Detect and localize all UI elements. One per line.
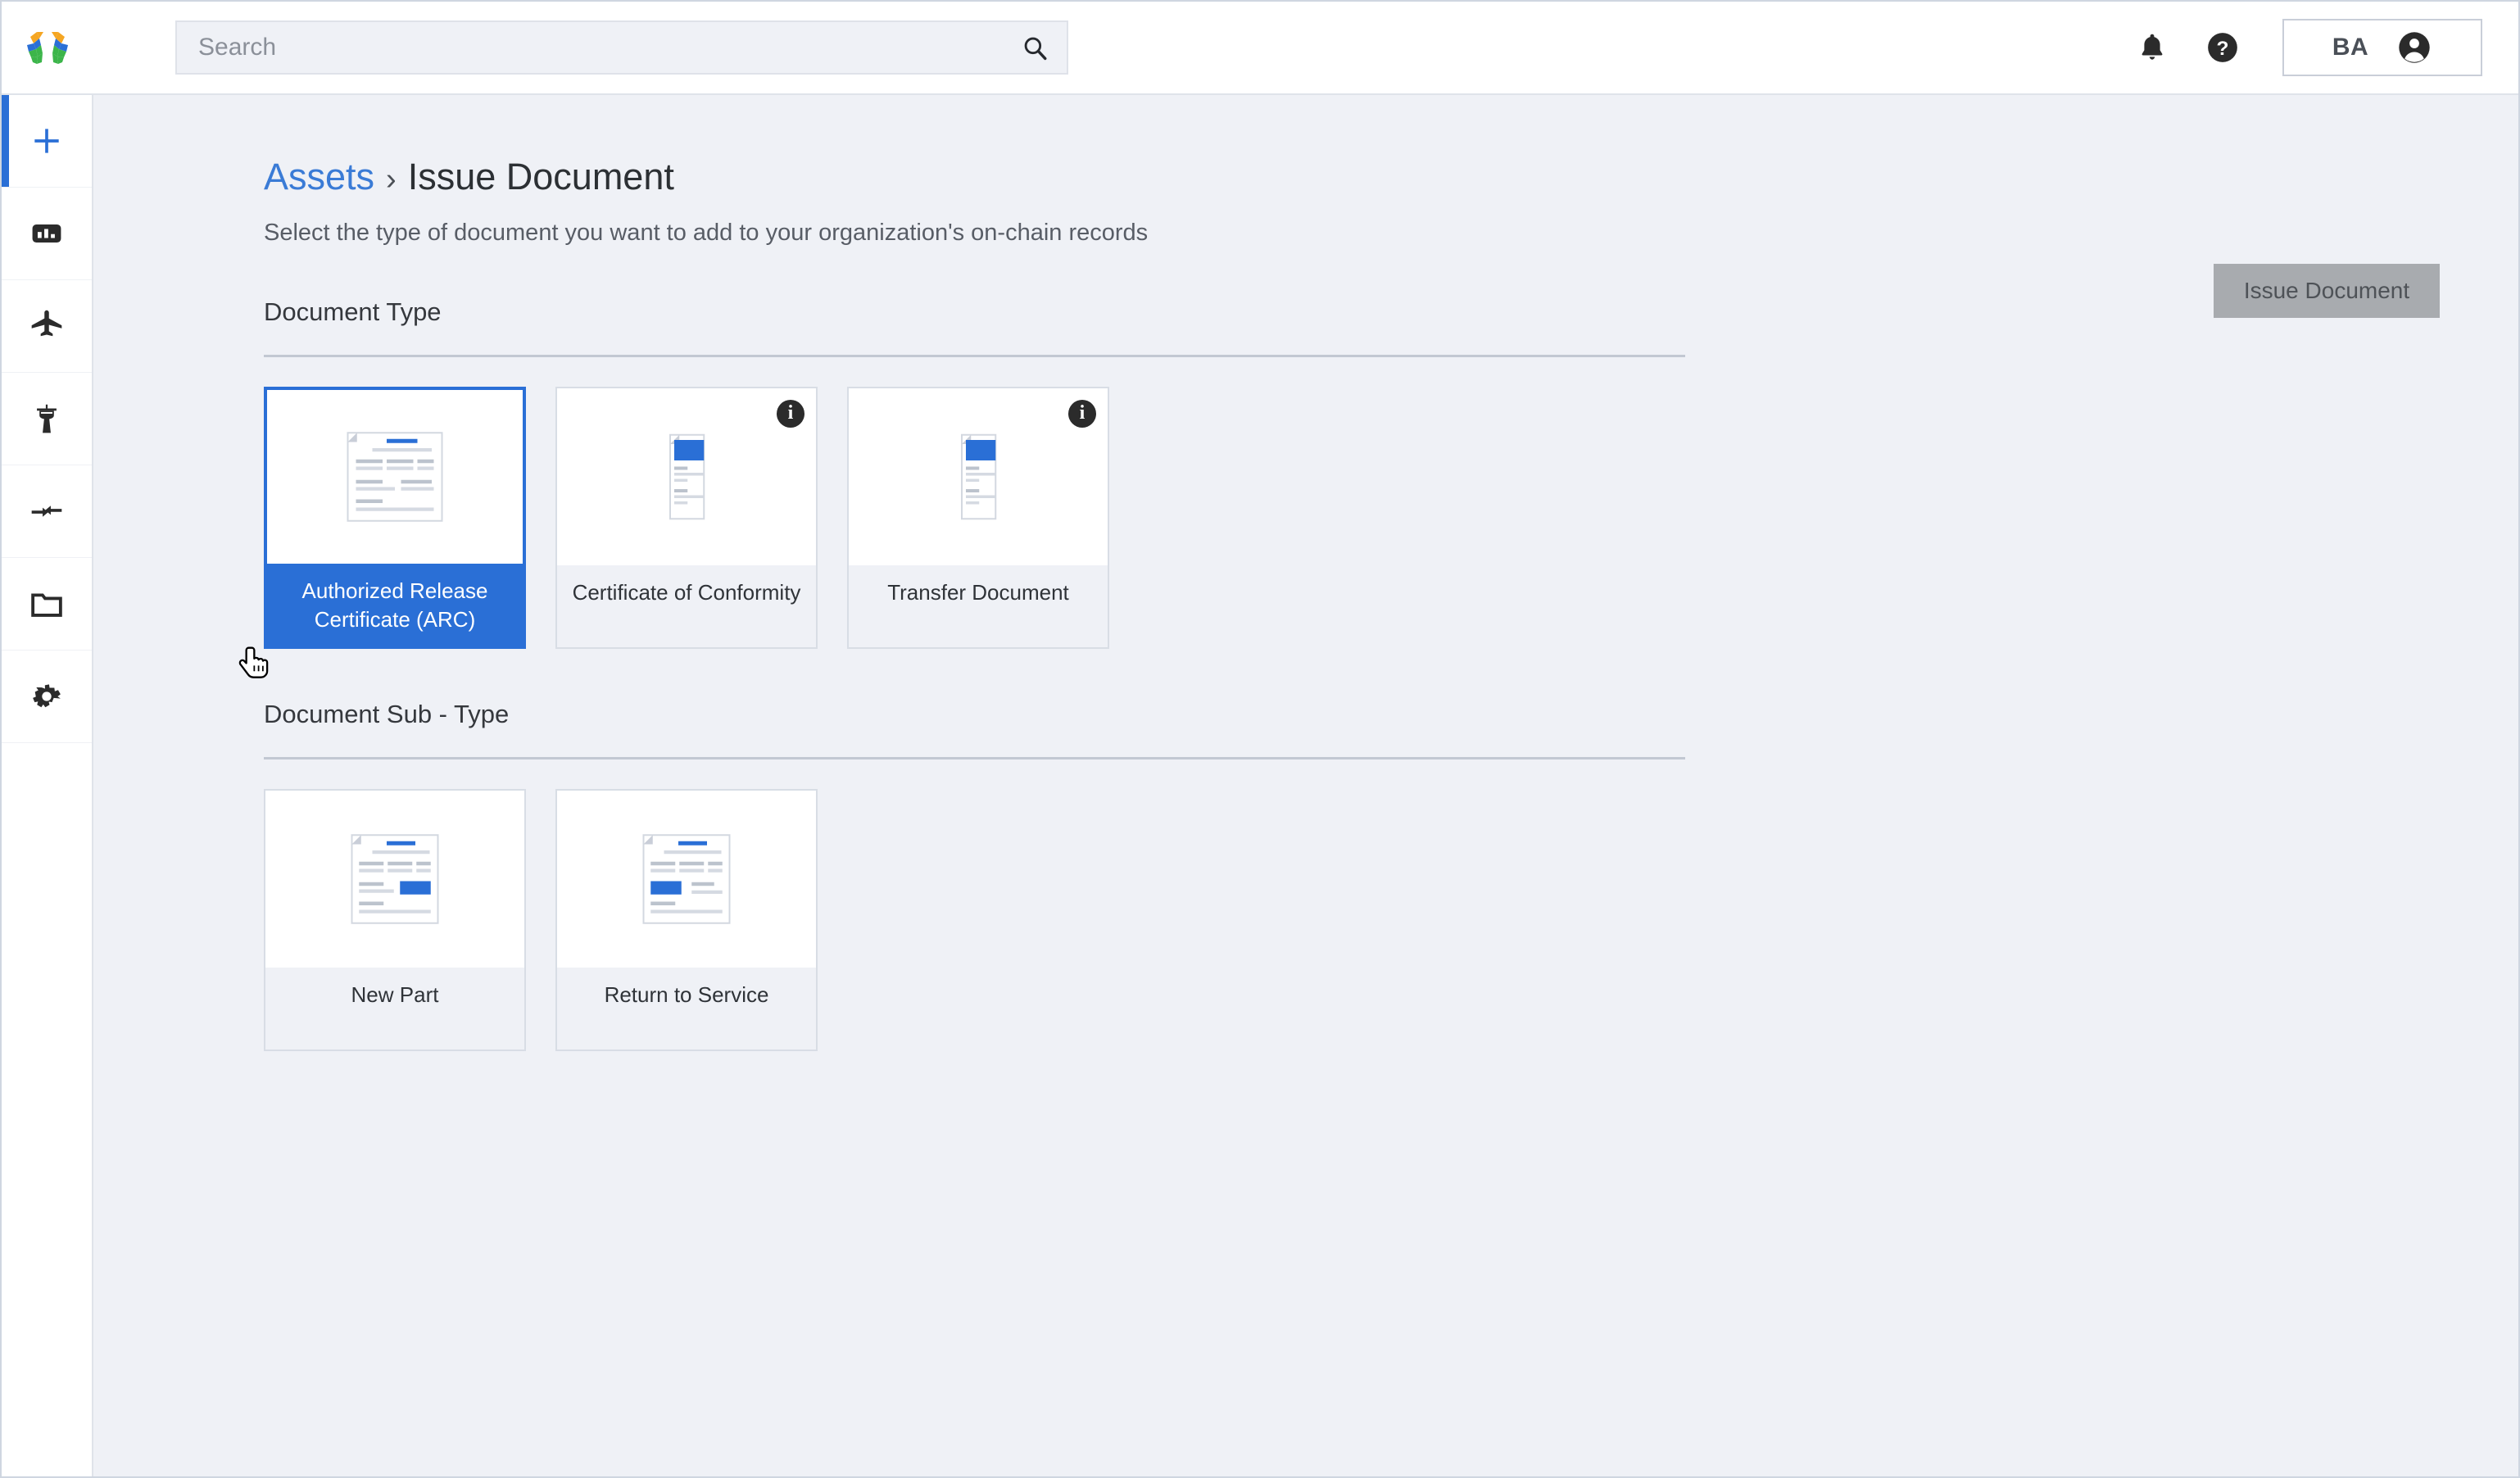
card-thumbnail: i <box>557 388 816 565</box>
doc-landscape-blue-title-icon <box>347 432 443 522</box>
section-divider <box>264 354 1685 357</box>
document-sub-type-heading: Document Sub - Type <box>264 699 510 728</box>
document-type-card-row: Authorized Release Certificate (ARC) i C… <box>264 386 2518 649</box>
application-window: ? BA <box>0 0 2520 1478</box>
page-title: Issue Document <box>407 156 674 197</box>
airplane-icon <box>31 310 62 337</box>
user-menu[interactable]: BA <box>2282 19 2482 76</box>
info-icon[interactable]: i <box>1068 399 1096 428</box>
document-type-heading: Document Type <box>264 297 442 326</box>
breadcrumb-separator: › <box>386 162 397 197</box>
help-circle-icon: ? <box>2208 33 2237 62</box>
document-sub-type-section: Document Sub - Type New Part Return to S… <box>264 700 2518 1051</box>
document-type-card-coc[interactable]: i Certificate of Conformity <box>555 386 818 649</box>
sidebar-filler <box>2 743 92 1476</box>
doc-portrait-blue-block-icon <box>669 433 705 519</box>
gear-icon <box>33 684 61 708</box>
bell-icon <box>2142 34 2163 60</box>
logo-container[interactable] <box>2 24 93 71</box>
card-label: Return to Service <box>557 967 816 1050</box>
info-icon[interactable]: i <box>777 399 804 428</box>
help-button[interactable]: ? <box>2187 12 2258 83</box>
document-sub-type-card-row: New Part Return to Service <box>264 788 2518 1051</box>
sidebar <box>2 95 93 1476</box>
account-circle-icon <box>2399 32 2430 63</box>
sidebar-item-dashboard[interactable] <box>2 188 92 280</box>
body: Assets › Issue Document Select the type … <box>2 95 2518 1476</box>
search-icon[interactable] <box>1021 34 1049 61</box>
card-thumbnail <box>267 389 523 564</box>
document-type-card-transfer[interactable]: i Transfer Document <box>847 386 1109 649</box>
breadcrumb: Assets › Issue Document <box>264 156 2518 198</box>
search-input[interactable] <box>198 34 1021 61</box>
doc-landscape-blue-right-icon <box>351 834 439 924</box>
bar-chart-icon <box>32 224 61 243</box>
document-sub-type-card-new-part[interactable]: New Part <box>264 788 526 1051</box>
mouse-cursor-pointer <box>238 646 269 678</box>
section-divider <box>264 756 1685 759</box>
card-thumbnail <box>557 790 816 968</box>
svg-text:?: ? <box>2217 38 2229 60</box>
control-tower-icon <box>37 404 57 433</box>
card-label: Authorized Release Certificate (ARC) <box>267 563 523 646</box>
search-bar[interactable] <box>175 20 1068 75</box>
notifications-button[interactable] <box>2117 12 2187 83</box>
breadcrumb-assets-link[interactable]: Assets <box>264 156 374 198</box>
sidebar-item-settings[interactable] <box>2 651 92 743</box>
document-type-card-arc[interactable]: Authorized Release Certificate (ARC) <box>264 386 526 649</box>
card-label: New Part <box>265 967 524 1050</box>
main-content: Assets › Issue Document Select the type … <box>93 95 2518 1476</box>
card-label: Certificate of Conformity <box>557 564 816 647</box>
sidebar-item-transfers[interactable] <box>2 465 92 558</box>
document-sub-type-card-return-to-service[interactable]: Return to Service <box>555 788 818 1051</box>
sidebar-item-aircraft[interactable] <box>2 280 92 373</box>
transfer-arrows-icon <box>31 506 62 517</box>
plus-icon <box>34 129 59 153</box>
sidebar-item-add[interactable] <box>2 95 92 188</box>
card-thumbnail <box>265 790 524 968</box>
page-subtitle: Select the type of document you want to … <box>264 219 1149 246</box>
card-label: Transfer Document <box>849 564 1108 647</box>
folder-icon <box>31 593 62 617</box>
brand-hexagon-logo <box>27 32 68 64</box>
issue-document-button[interactable]: Issue Document <box>2214 264 2440 318</box>
top-bar-actions: ? BA <box>2117 12 2482 83</box>
document-type-section: Document Type Authorized Release Certifi… <box>264 297 2518 649</box>
sidebar-item-control-tower[interactable] <box>2 373 92 465</box>
doc-portrait-blue-block-icon <box>961 433 997 519</box>
doc-landscape-blue-left-icon <box>642 834 731 924</box>
top-bar: ? BA <box>2 2 2518 95</box>
sidebar-item-documents[interactable] <box>2 558 92 651</box>
user-initials: BA <box>2332 34 2369 61</box>
card-thumbnail: i <box>849 388 1108 565</box>
